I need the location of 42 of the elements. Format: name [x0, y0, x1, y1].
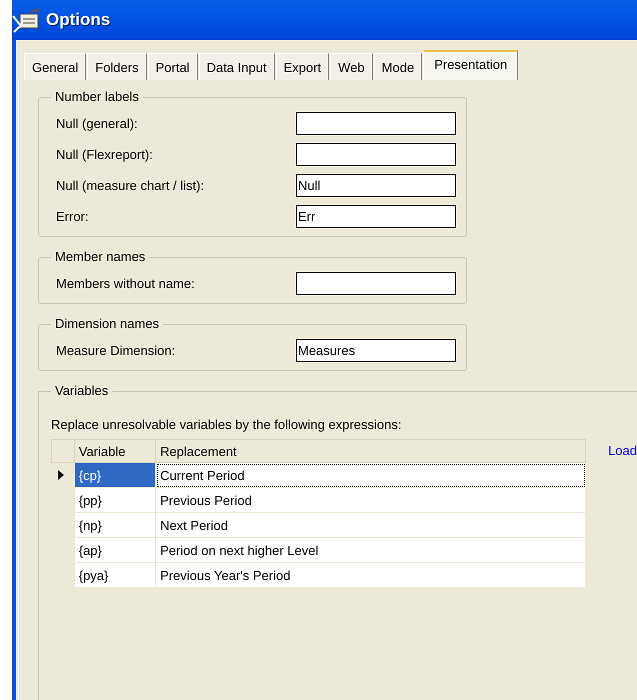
load-link[interactable]: Load — [608, 443, 637, 458]
options-window-icon — [12, 6, 42, 34]
window-title: Options — [46, 10, 110, 30]
input-field[interactable]: Err — [296, 205, 456, 228]
table-cell[interactable]: {pya} — [74, 562, 156, 588]
table-cell[interactable]: {ap} — [74, 538, 156, 562]
field-label: Members without name: — [56, 276, 195, 291]
field-label: Measure Dimension: — [56, 343, 176, 358]
group-title: Member names — [51, 249, 150, 264]
input-field[interactable]: Measures — [296, 339, 456, 362]
tab[interactable]: Folders — [87, 53, 147, 80]
table-cell[interactable]: Previous Year's Period — [156, 562, 586, 588]
input-field[interactable] — [296, 112, 456, 135]
field-label: Null (general): — [56, 116, 138, 131]
tab[interactable]: General — [24, 53, 86, 80]
table-cell[interactable]: Next Period — [156, 512, 586, 538]
group-title: Number labels — [51, 89, 143, 104]
field-label: Null (Flexreport): — [56, 147, 153, 162]
tab[interactable]: Portal — [148, 53, 198, 80]
table-cell[interactable]: Previous Period — [156, 488, 586, 512]
tab[interactable]: Presentation — [423, 50, 518, 80]
table-cell[interactable]: {cp} — [74, 462, 156, 488]
table-cell[interactable]: Period on next higher Level — [156, 538, 586, 562]
tab[interactable]: Export — [276, 53, 330, 80]
group-title: Dimension names — [51, 316, 164, 331]
row-header — [52, 440, 74, 462]
tab[interactable]: Mode — [374, 53, 422, 80]
row-pointer-icon — [58, 470, 64, 480]
table-cell[interactable]: {pp} — [74, 488, 156, 512]
column-header[interactable]: Replacement — [156, 440, 586, 462]
input-field[interactable]: Null — [296, 174, 456, 197]
column-header[interactable]: Variable — [74, 440, 156, 462]
group-title: Variables — [51, 383, 112, 398]
input-field[interactable] — [296, 272, 456, 295]
table-cell[interactable]: Current Period — [156, 462, 586, 488]
field-label: Error: — [56, 209, 88, 224]
tab[interactable]: Web — [330, 53, 373, 80]
input-field[interactable] — [296, 143, 456, 166]
tab[interactable]: Data Input — [198, 53, 275, 80]
description-text: Replace unresolvable variables by the following expressions: — [51, 417, 402, 432]
table-cell[interactable]: {np} — [74, 512, 156, 538]
field-label: Null (measure chart / list): — [56, 178, 204, 193]
